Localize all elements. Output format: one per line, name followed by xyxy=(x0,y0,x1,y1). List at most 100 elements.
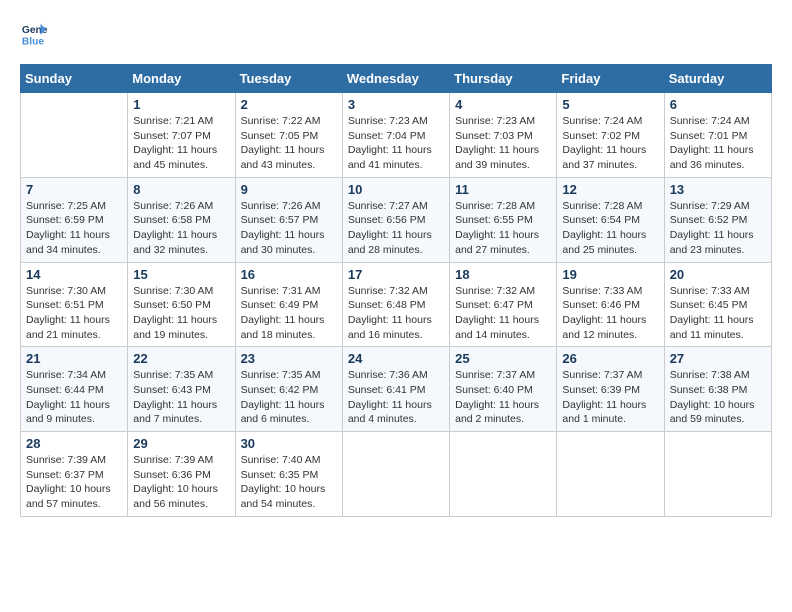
calendar-cell: 16 Sunrise: 7:31 AM Sunset: 6:49 PM Dayli… xyxy=(235,262,342,347)
calendar-cell: 10Sunrise: 7:27 AM Sunset: 6:56 PM Dayli… xyxy=(342,177,449,262)
calendar-cell: 21Sunrise: 7:34 AM Sunset: 6:44 PM Dayli… xyxy=(21,347,128,432)
day-number: 20 xyxy=(670,267,766,282)
day-number: 29 xyxy=(133,436,229,451)
calendar-header-monday: Monday xyxy=(128,65,235,93)
day-number: 16 xyxy=(241,267,337,282)
day-info: Sunrise: 7:24 AM Sunset: 7:02 PM Dayligh… xyxy=(562,114,658,173)
day-number: 2 xyxy=(241,97,337,112)
calendar-header-sunday: Sunday xyxy=(21,65,128,93)
day-number: 1 xyxy=(133,97,229,112)
calendar-cell: 6 Sunrise: 7:24 AM Sunset: 7:01 PM Daylig… xyxy=(664,93,771,178)
calendar-header-saturday: Saturday xyxy=(664,65,771,93)
day-info: Sunrise: 7:37 AM Sunset: 6:40 PM Dayligh… xyxy=(455,368,551,427)
svg-text:Blue: Blue xyxy=(22,36,45,47)
calendar-week-5: 28 Sunrise: 7:39 AM Sunset: 6:37 PM Dayli… xyxy=(21,432,772,517)
day-info: Sunrise: 7:22 AM Sunset: 7:05 PM Dayligh… xyxy=(241,114,337,173)
logo-icon: General Blue xyxy=(20,20,48,48)
calendar-cell: 25 Sunrise: 7:37 AM Sunset: 6:40 PM Dayli… xyxy=(450,347,557,432)
calendar-header-thursday: Thursday xyxy=(450,65,557,93)
day-number: 23 xyxy=(241,351,337,366)
calendar-cell: 29 Sunrise: 7:39 AM Sunset: 6:36 PM Dayli… xyxy=(128,432,235,517)
calendar-cell: 22 Sunrise: 7:35 AM Sunset: 6:43 PM Dayli… xyxy=(128,347,235,432)
logo: General Blue xyxy=(20,20,48,48)
calendar-cell xyxy=(664,432,771,517)
calendar-cell: 7 Sunrise: 7:25 AM Sunset: 6:59 PM Daylig… xyxy=(21,177,128,262)
day-info: Sunrise: 7:23 AM Sunset: 7:03 PM Dayligh… xyxy=(455,114,551,173)
day-number: 5 xyxy=(562,97,658,112)
day-number: 24 xyxy=(348,351,444,366)
day-info: Sunrise: 7:35 AM Sunset: 6:42 PM Dayligh… xyxy=(241,368,337,427)
day-info: Sunrise: 7:32 AM Sunset: 6:48 PM Dayligh… xyxy=(348,284,444,343)
day-info: Sunrise: 7:33 AM Sunset: 6:45 PM Dayligh… xyxy=(670,284,766,343)
calendar-cell: 24 Sunrise: 7:36 AM Sunset: 6:41 PM Dayli… xyxy=(342,347,449,432)
calendar-cell: 4Sunrise: 7:23 AM Sunset: 7:03 PM Daylig… xyxy=(450,93,557,178)
day-number: 7 xyxy=(26,182,122,197)
day-number: 17 xyxy=(348,267,444,282)
day-info: Sunrise: 7:21 AM Sunset: 7:07 PM Dayligh… xyxy=(133,114,229,173)
day-info: Sunrise: 7:34 AM Sunset: 6:44 PM Dayligh… xyxy=(26,368,122,427)
calendar-cell: 20 Sunrise: 7:33 AM Sunset: 6:45 PM Dayli… xyxy=(664,262,771,347)
day-info: Sunrise: 7:36 AM Sunset: 6:41 PM Dayligh… xyxy=(348,368,444,427)
day-info: Sunrise: 7:25 AM Sunset: 6:59 PM Dayligh… xyxy=(26,199,122,258)
day-info: Sunrise: 7:30 AM Sunset: 6:51 PM Dayligh… xyxy=(26,284,122,343)
calendar-cell: 17 Sunrise: 7:32 AM Sunset: 6:48 PM Dayli… xyxy=(342,262,449,347)
calendar-cell: 12Sunrise: 7:28 AM Sunset: 6:54 PM Dayli… xyxy=(557,177,664,262)
calendar-cell: 23 Sunrise: 7:35 AM Sunset: 6:42 PM Dayli… xyxy=(235,347,342,432)
calendar-cell: 2 Sunrise: 7:22 AM Sunset: 7:05 PM Daylig… xyxy=(235,93,342,178)
day-info: Sunrise: 7:29 AM Sunset: 6:52 PM Dayligh… xyxy=(670,199,766,258)
day-number: 13 xyxy=(670,182,766,197)
calendar-table: SundayMondayTuesdayWednesdayThursdayFrid… xyxy=(20,64,772,517)
calendar-cell: 28 Sunrise: 7:39 AM Sunset: 6:37 PM Dayli… xyxy=(21,432,128,517)
day-number: 9 xyxy=(241,182,337,197)
calendar-cell: 27 Sunrise: 7:38 AM Sunset: 6:38 PM Dayli… xyxy=(664,347,771,432)
day-info: Sunrise: 7:31 AM Sunset: 6:49 PM Dayligh… xyxy=(241,284,337,343)
calendar-cell: 11 Sunrise: 7:28 AM Sunset: 6:55 PM Dayli… xyxy=(450,177,557,262)
day-number: 6 xyxy=(670,97,766,112)
calendar-header-friday: Friday xyxy=(557,65,664,93)
calendar-header-wednesday: Wednesday xyxy=(342,65,449,93)
page-header: General Blue xyxy=(20,20,772,48)
calendar-cell xyxy=(342,432,449,517)
day-info: Sunrise: 7:39 AM Sunset: 6:37 PM Dayligh… xyxy=(26,453,122,512)
calendar-header-tuesday: Tuesday xyxy=(235,65,342,93)
day-info: Sunrise: 7:38 AM Sunset: 6:38 PM Dayligh… xyxy=(670,368,766,427)
calendar-header-row: SundayMondayTuesdayWednesdayThursdayFrid… xyxy=(21,65,772,93)
day-number: 3 xyxy=(348,97,444,112)
day-number: 28 xyxy=(26,436,122,451)
day-info: Sunrise: 7:32 AM Sunset: 6:47 PM Dayligh… xyxy=(455,284,551,343)
calendar-week-1: 1 Sunrise: 7:21 AM Sunset: 7:07 PM Daylig… xyxy=(21,93,772,178)
day-number: 19 xyxy=(562,267,658,282)
calendar-week-3: 14Sunrise: 7:30 AM Sunset: 6:51 PM Dayli… xyxy=(21,262,772,347)
day-number: 11 xyxy=(455,182,551,197)
calendar-week-2: 7 Sunrise: 7:25 AM Sunset: 6:59 PM Daylig… xyxy=(21,177,772,262)
day-info: Sunrise: 7:26 AM Sunset: 6:57 PM Dayligh… xyxy=(241,199,337,258)
day-number: 26 xyxy=(562,351,658,366)
day-info: Sunrise: 7:30 AM Sunset: 6:50 PM Dayligh… xyxy=(133,284,229,343)
calendar-cell xyxy=(450,432,557,517)
day-info: Sunrise: 7:40 AM Sunset: 6:35 PM Dayligh… xyxy=(241,453,337,512)
calendar-cell: 15 Sunrise: 7:30 AM Sunset: 6:50 PM Dayli… xyxy=(128,262,235,347)
day-number: 8 xyxy=(133,182,229,197)
day-info: Sunrise: 7:23 AM Sunset: 7:04 PM Dayligh… xyxy=(348,114,444,173)
calendar-cell: 26 Sunrise: 7:37 AM Sunset: 6:39 PM Dayli… xyxy=(557,347,664,432)
day-number: 27 xyxy=(670,351,766,366)
day-info: Sunrise: 7:27 AM Sunset: 6:56 PM Dayligh… xyxy=(348,199,444,258)
calendar-cell xyxy=(557,432,664,517)
calendar-cell: 14Sunrise: 7:30 AM Sunset: 6:51 PM Dayli… xyxy=(21,262,128,347)
day-number: 12 xyxy=(562,182,658,197)
calendar-week-4: 21Sunrise: 7:34 AM Sunset: 6:44 PM Dayli… xyxy=(21,347,772,432)
day-info: Sunrise: 7:28 AM Sunset: 6:55 PM Dayligh… xyxy=(455,199,551,258)
day-info: Sunrise: 7:24 AM Sunset: 7:01 PM Dayligh… xyxy=(670,114,766,173)
day-number: 18 xyxy=(455,267,551,282)
day-info: Sunrise: 7:33 AM Sunset: 6:46 PM Dayligh… xyxy=(562,284,658,343)
day-info: Sunrise: 7:39 AM Sunset: 6:36 PM Dayligh… xyxy=(133,453,229,512)
calendar-cell: 9 Sunrise: 7:26 AM Sunset: 6:57 PM Daylig… xyxy=(235,177,342,262)
day-number: 22 xyxy=(133,351,229,366)
calendar-cell: 30Sunrise: 7:40 AM Sunset: 6:35 PM Dayli… xyxy=(235,432,342,517)
day-number: 15 xyxy=(133,267,229,282)
day-info: Sunrise: 7:37 AM Sunset: 6:39 PM Dayligh… xyxy=(562,368,658,427)
day-info: Sunrise: 7:35 AM Sunset: 6:43 PM Dayligh… xyxy=(133,368,229,427)
day-number: 25 xyxy=(455,351,551,366)
day-info: Sunrise: 7:26 AM Sunset: 6:58 PM Dayligh… xyxy=(133,199,229,258)
calendar-cell: 8 Sunrise: 7:26 AM Sunset: 6:58 PM Daylig… xyxy=(128,177,235,262)
